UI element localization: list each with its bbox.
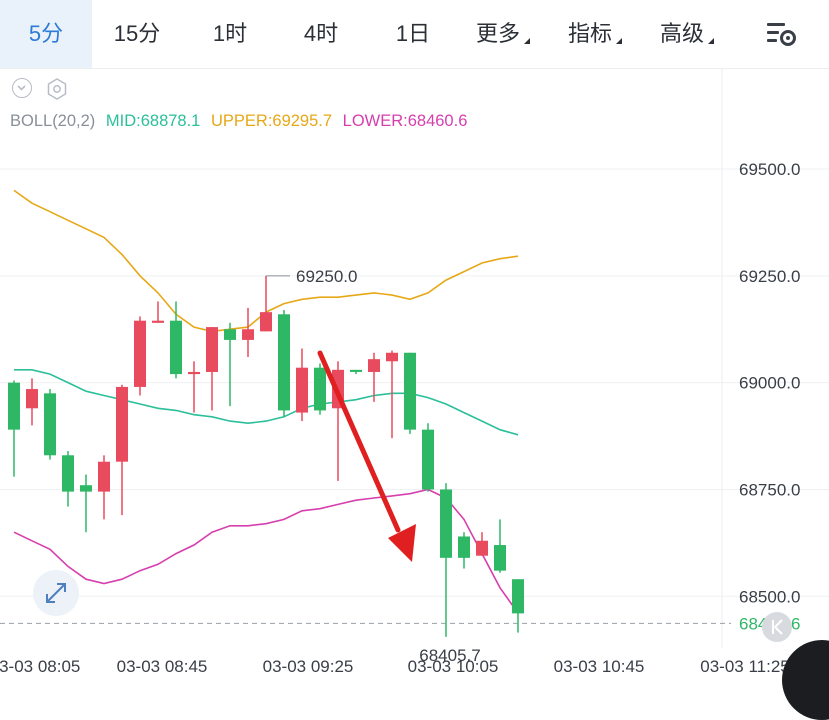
candle-body (404, 352, 416, 430)
candle-body (134, 320, 146, 387)
candle-body (224, 329, 236, 340)
tab-1hour[interactable]: 1时 (185, 0, 275, 68)
boll-mid-line (14, 368, 519, 436)
indicator-settings-icon[interactable] (46, 78, 68, 100)
candle-body (26, 389, 38, 409)
dropdown-triangle-icon (524, 38, 531, 44)
boll-lower-value: LOWER:68460.6 (342, 112, 468, 130)
tab-indicators[interactable]: 指标 (568, 0, 623, 68)
candle-body (116, 386, 128, 462)
candle-body (386, 352, 398, 362)
tab-more[interactable]: 更多 (476, 0, 531, 68)
candle-body (422, 429, 434, 490)
tab-more-label: 更多 (476, 21, 521, 46)
candle-body (170, 320, 182, 375)
candle-body (332, 369, 344, 409)
candle-body (80, 485, 92, 492)
candle-body (440, 489, 452, 558)
candle-body (368, 359, 380, 372)
candle-body (242, 329, 254, 340)
annotation-arrow-head (388, 524, 416, 562)
expand-icon (46, 583, 66, 603)
device-corner (782, 640, 829, 720)
expand-chart-button[interactable] (33, 570, 79, 616)
candle-body (44, 393, 56, 456)
tab-indicators-label: 指标 (568, 21, 613, 46)
dropdown-triangle-icon (708, 38, 715, 44)
x-tick-label: 03-03 08:05 (0, 657, 80, 676)
candle-body (98, 461, 110, 492)
y-tick-label: 68500.0 (739, 587, 800, 606)
candle-body (260, 312, 272, 332)
candle-body (476, 540, 488, 556)
candle-body (494, 545, 506, 571)
boll-name: BOLL(20,2) (10, 112, 96, 130)
x-tick-label: 03-03 10:45 (554, 657, 645, 676)
x-tick-label: 03-03 08:45 (117, 657, 208, 676)
x-tick-label: 03-03 09:25 (263, 657, 354, 676)
tab-5min[interactable]: 5分 (0, 0, 92, 68)
boll-lower-line (13, 488, 519, 614)
candlestick-chart[interactable]: 69500.0 69250.0 69000.0 68750.0 68500.0 03-03… (0, 0, 829, 687)
low-label: 68405.7 (419, 646, 480, 665)
candle-body (278, 314, 290, 411)
tab-advanced[interactable]: 高级 (660, 0, 715, 68)
chart-settings-icon[interactable] (764, 18, 798, 50)
boll-upper-line (13, 189, 519, 333)
tab-1day[interactable]: 1日 (368, 0, 458, 68)
high-label: 69250.0 (296, 267, 357, 286)
candle-body (296, 367, 308, 413)
candle-body (458, 536, 470, 558)
candle-body (512, 579, 524, 614)
candle-body (62, 455, 74, 492)
scroll-to-latest-button[interactable] (762, 612, 792, 642)
candle-body (206, 327, 218, 372)
candle-body (152, 320, 164, 323)
tab-4hour[interactable]: 4时 (276, 0, 366, 68)
candle-body (188, 371, 200, 375)
collapse-chevron-icon[interactable] (12, 78, 32, 98)
y-tick-label: 69000.0 (739, 374, 800, 393)
tab-15min[interactable]: 15分 (92, 0, 182, 68)
chevron-left-icon (772, 619, 783, 635)
dropdown-triangle-icon (616, 38, 623, 44)
candle-body (8, 382, 20, 430)
x-tick-label: 03-03 11:25 (700, 657, 789, 676)
tab-advanced-label: 高级 (660, 21, 705, 46)
x-tick-label: 03-03 10:05 (408, 657, 499, 676)
candle-body (314, 367, 326, 411)
candle-body (350, 369, 362, 372)
y-tick-label: 69250.0 (739, 267, 800, 286)
y-tick-label: 69500.0 (739, 160, 800, 179)
boll-legend: BOLL(20,2) MID:68878.1 UPPER:69295.7 LOW… (10, 112, 473, 131)
boll-mid-value: MID:68878.1 (105, 112, 201, 130)
boll-upper-value: UPPER:69295.7 (210, 112, 333, 130)
timeframe-toolbar: 5分 15分 1时 4时 1日 更多 指标 高级 (0, 0, 829, 69)
y-tick-label: 68750.0 (739, 480, 800, 499)
annotation-arrow-shaft (317, 350, 401, 533)
